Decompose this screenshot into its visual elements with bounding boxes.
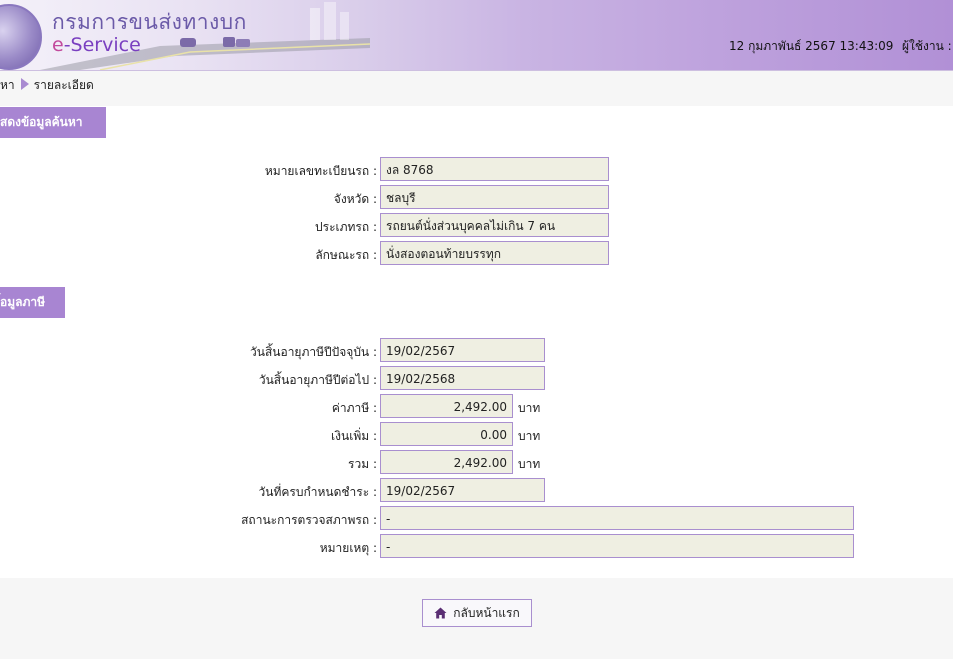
back-to-home-label: กลับหน้าแรก bbox=[453, 605, 520, 620]
field-tax-amount: 2,492.00 bbox=[380, 394, 513, 418]
unit-baht: บาท bbox=[518, 429, 541, 443]
home-icon bbox=[434, 607, 447, 619]
field-tax-expiry-next: 19/02/2568 bbox=[380, 366, 545, 390]
field-inspection-status: - bbox=[380, 506, 854, 530]
label-vehicle-style: ลักษณะรถ : bbox=[315, 248, 377, 262]
label-province: จังหวัด : bbox=[333, 192, 377, 206]
field-vehicle-style: นั่งสองตอนท้ายบรรทุก bbox=[380, 241, 609, 265]
section-search-result-header: สดงข้อมูลค้นหา bbox=[0, 107, 106, 138]
field-plate-number: งล 8768 bbox=[380, 157, 609, 181]
label-tax-expiry-current: วันสิ้นอายุภาษีปีปัจจุบัน : bbox=[250, 345, 377, 359]
field-surcharge: 0.00 bbox=[380, 422, 513, 446]
breadcrumb-current: รายละเอียด bbox=[33, 78, 94, 92]
label-due-date: วันที่ครบกำหนดชำระ : bbox=[258, 485, 377, 499]
label-inspection-status: สถานะการตรวจสภาพรถ : bbox=[241, 513, 377, 527]
label-surcharge: เงินเพิ่ม : bbox=[331, 429, 377, 443]
field-tax-expiry-current: 19/02/2567 bbox=[380, 338, 545, 362]
field-total: 2,492.00 bbox=[380, 450, 513, 474]
label-vehicle-type: ประเภทรถ : bbox=[315, 220, 377, 234]
site-header: กรมการขนส่งทางบก e-Service 12 กุมภาพันธ์… bbox=[0, 0, 953, 71]
field-remark: - bbox=[380, 534, 854, 558]
current-datetime: 12 กุมภาพันธ์ 2567 13:43:09 bbox=[729, 39, 894, 53]
section-tax-info-header: ้อมูลภาษี bbox=[0, 287, 65, 318]
brand-eservice-title: e-Service bbox=[52, 34, 141, 56]
unit-baht: บาท bbox=[518, 457, 541, 471]
label-tax-amount: ค่าภาษี : bbox=[331, 401, 377, 415]
breadcrumb-separator-icon bbox=[20, 78, 29, 90]
label-total: รวม : bbox=[348, 457, 377, 471]
label-plate-number: หมายเลขทะเบียนรถ : bbox=[264, 164, 377, 178]
user-label: ผู้ใช้งาน : bbox=[902, 39, 952, 53]
field-province: ชลบุรี bbox=[380, 185, 609, 209]
department-seal-logo bbox=[0, 4, 42, 70]
label-remark: หมายเหตุ : bbox=[319, 541, 377, 555]
field-due-date: 19/02/2567 bbox=[380, 478, 545, 502]
unit-baht: บาท bbox=[518, 401, 541, 415]
label-tax-expiry-next: วันสิ้นอายุภาษีปีต่อไป : bbox=[258, 373, 377, 387]
back-to-home-button[interactable]: กลับหน้าแรก bbox=[422, 599, 532, 627]
breadcrumb: หา รายละเอียด bbox=[0, 76, 94, 96]
breadcrumb-prev-link[interactable]: หา bbox=[0, 78, 15, 92]
field-vehicle-type: รถยนต์นั่งส่วนบุคคลไม่เกิน 7 คน bbox=[380, 213, 609, 237]
